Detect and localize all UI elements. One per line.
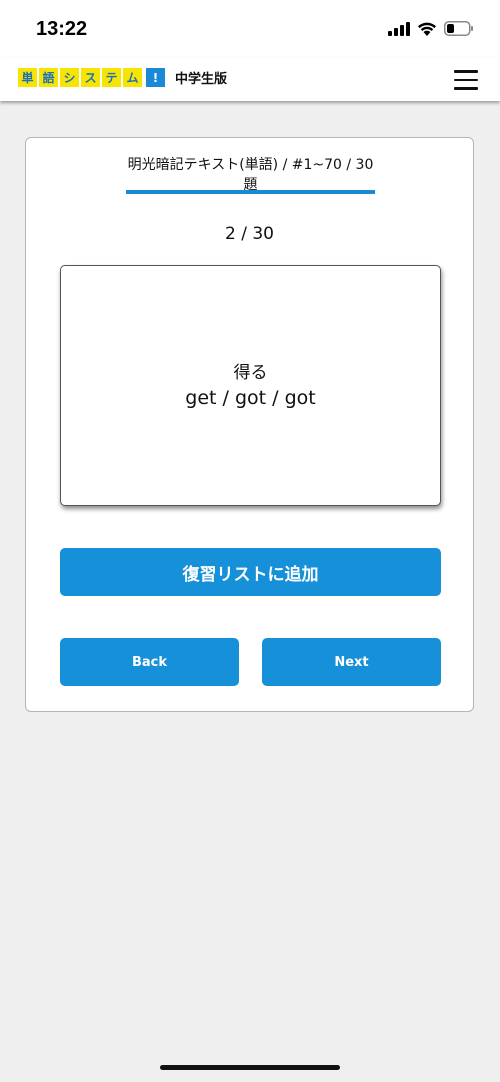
signal-icon xyxy=(388,21,410,36)
status-bar: 13:22 xyxy=(0,0,500,58)
next-button[interactable]: Next xyxy=(262,638,441,686)
tab-word-set[interactable]: 明光暗記テキスト(単語) / #1~70 / 30題 xyxy=(126,154,375,194)
menu-icon[interactable] xyxy=(454,70,478,90)
progress-counter: 2 / 30 xyxy=(225,224,274,244)
home-indicator[interactable] xyxy=(160,1065,340,1070)
logo-char: テ xyxy=(102,68,121,87)
logo-char: 語 xyxy=(39,68,58,87)
logo-char: ス xyxy=(81,68,100,87)
logo-char: 単 xyxy=(18,68,37,87)
back-button[interactable]: Back xyxy=(60,638,239,686)
logo-char: ム xyxy=(123,68,142,87)
app-header: 単 語 シ ス テ ム ! 中学生版 xyxy=(0,58,500,101)
add-to-review-button[interactable]: 復習リストに追加 xyxy=(60,548,441,596)
status-time: 13:22 xyxy=(36,18,88,40)
logo-char: ! xyxy=(146,68,165,87)
wifi-icon xyxy=(418,22,436,36)
app-logo[interactable]: 単 語 シ ス テ ム ! 中学生版 xyxy=(18,68,227,87)
card-english: get / got / got xyxy=(185,386,316,409)
tab-label: 明光暗記テキスト(単語) / #1~70 / 30題 xyxy=(127,157,374,193)
flashcard[interactable]: 得る get / got / got xyxy=(60,265,441,506)
status-icons xyxy=(388,21,474,36)
battery-icon xyxy=(444,21,473,36)
logo-char: シ xyxy=(60,68,79,87)
card-japanese: 得る xyxy=(233,362,268,383)
tab-underline xyxy=(126,190,375,194)
quiz-panel: 明光暗記テキスト(単語) / #1~70 / 30題 2 / 30 得る get… xyxy=(25,137,474,712)
edition-label: 中学生版 xyxy=(175,72,228,87)
